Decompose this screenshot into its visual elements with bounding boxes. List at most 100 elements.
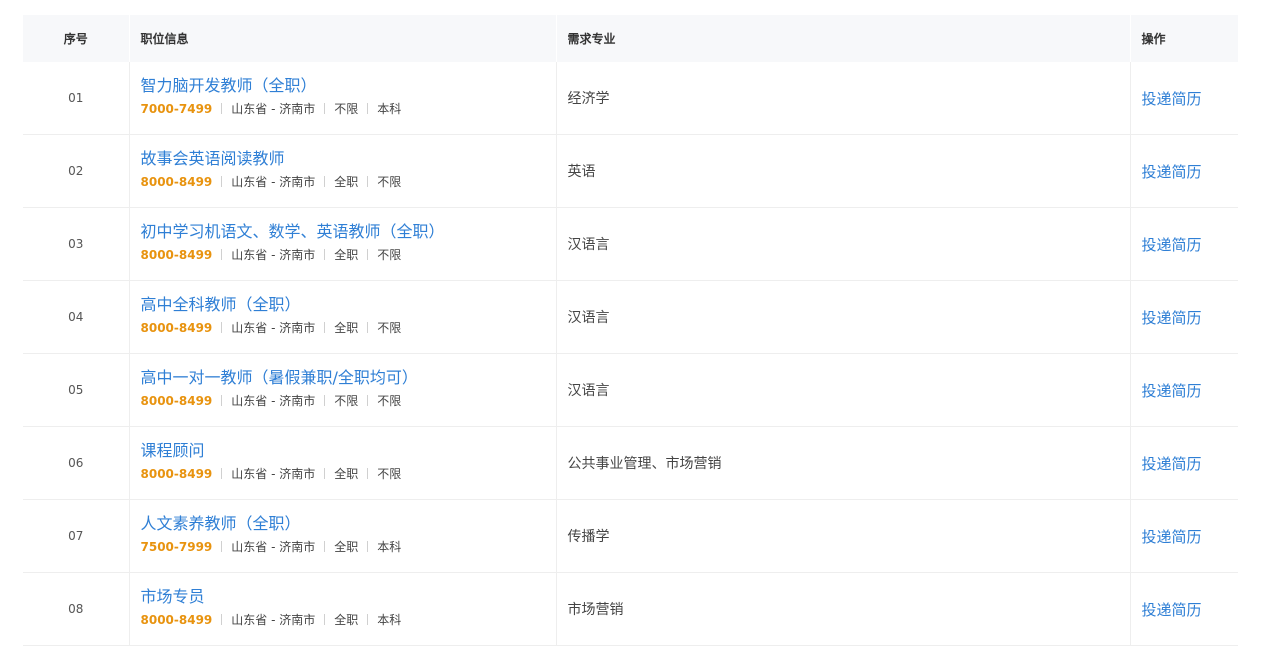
job-meta: 8000-8499 山东省 - 济南市 全职 本科 — [141, 612, 556, 628]
header-no: 序号 — [23, 15, 130, 62]
meta-divider — [324, 103, 326, 114]
header-op: 操作 — [1130, 15, 1239, 62]
job-info-cell: 课程顾问 8000-8499 山东省 - 济南市 全职 不限 — [129, 426, 557, 500]
job-meta: 8000-8499 山东省 - 济南市 全职 不限 — [141, 247, 556, 263]
job-major: 汉语言 — [556, 353, 1131, 427]
action-cell: 投递简历 — [1130, 426, 1238, 500]
meta-divider — [324, 541, 326, 552]
table-row: 08 市场专员 8000-8499 山东省 - 济南市 全职 本科 市场营销 投递简历 — [23, 572, 1238, 646]
job-info-cell: 初中学习机语文、数学、英语教师（全职） 8000-8499 山东省 - 济南市 全职… — [129, 207, 557, 281]
job-info-cell: 高中全科教师（全职） 8000-8499 山东省 - 济南市 全职 不限 — [129, 280, 557, 354]
meta-divider — [367, 468, 369, 479]
meta-divider — [324, 614, 326, 625]
action-cell: 投递简历 — [1130, 207, 1238, 281]
job-location: 山东省 - 济南市 — [231, 248, 316, 262]
row-number: 08 — [23, 572, 130, 646]
job-education: 不限 — [377, 175, 402, 189]
row-number: 03 — [23, 207, 130, 281]
job-education: 本科 — [377, 102, 402, 116]
job-title-link[interactable]: 高中一对一教师（暑假兼职/全职均可） — [141, 367, 556, 389]
job-education: 不限 — [377, 467, 402, 481]
row-number: 07 — [23, 499, 130, 573]
meta-divider — [221, 395, 223, 406]
row-number: 04 — [23, 280, 130, 354]
meta-divider — [221, 176, 223, 187]
job-location: 山东省 - 济南市 — [231, 394, 316, 408]
action-cell: 投递简历 — [1130, 353, 1238, 427]
job-title-link[interactable]: 市场专员 — [141, 586, 556, 608]
job-type: 全职 — [334, 613, 359, 627]
job-type: 全职 — [334, 248, 359, 262]
job-salary: 8000-8499 — [140, 321, 213, 335]
job-major: 汉语言 — [556, 280, 1131, 354]
job-meta: 8000-8499 山东省 - 济南市 全职 不限 — [141, 466, 556, 482]
job-education: 本科 — [377, 613, 402, 627]
apply-resume-link[interactable]: 投递简历 — [1142, 601, 1202, 619]
job-type: 全职 — [334, 467, 359, 481]
job-education: 不限 — [377, 321, 402, 335]
apply-resume-link[interactable]: 投递简历 — [1142, 90, 1202, 108]
job-major: 汉语言 — [556, 207, 1131, 281]
job-title-link[interactable]: 课程顾问 — [141, 440, 556, 462]
row-number: 05 — [23, 353, 130, 427]
meta-divider — [367, 322, 369, 333]
job-type: 全职 — [334, 175, 359, 189]
table-row: 07 人文素养教师（全职） 7500-7999 山东省 - 济南市 全职 本科 传播学… — [23, 499, 1238, 573]
job-title-link[interactable]: 高中全科教师（全职） — [141, 294, 556, 316]
job-title-link[interactable]: 故事会英语阅读教师 — [141, 148, 556, 170]
meta-divider — [367, 249, 369, 260]
meta-divider — [367, 176, 369, 187]
row-number: 01 — [23, 62, 130, 135]
job-location: 山东省 - 济南市 — [231, 613, 316, 627]
job-salary: 8000-8499 — [140, 613, 213, 627]
apply-resume-link[interactable]: 投递简历 — [1142, 455, 1202, 473]
job-major: 英语 — [556, 134, 1131, 208]
meta-divider — [324, 176, 326, 187]
table-row: 02 故事会英语阅读教师 8000-8499 山东省 - 济南市 全职 不限 英语 投… — [23, 134, 1238, 208]
meta-divider — [367, 614, 369, 625]
header-major: 需求专业 — [556, 15, 1131, 62]
job-major: 传播学 — [556, 499, 1131, 573]
meta-divider — [367, 103, 369, 114]
job-meta: 7000-7499 山东省 - 济南市 不限 本科 — [141, 101, 556, 117]
meta-divider — [221, 541, 223, 552]
job-location: 山东省 - 济南市 — [231, 102, 316, 116]
apply-resume-link[interactable]: 投递简历 — [1142, 309, 1202, 327]
meta-divider — [324, 468, 326, 479]
job-education: 不限 — [377, 248, 402, 262]
meta-divider — [221, 614, 223, 625]
job-salary: 8000-8499 — [140, 394, 213, 408]
table-row: 01 智力脑开发教师（全职） 7000-7499 山东省 - 济南市 不限 本科 经济… — [23, 62, 1238, 135]
job-major: 经济学 — [556, 62, 1131, 135]
apply-resume-link[interactable]: 投递简历 — [1142, 163, 1202, 181]
meta-divider — [221, 322, 223, 333]
header-row: 序号 职位信息 需求专业 操作 — [23, 15, 1239, 62]
job-meta: 7500-7999 山东省 - 济南市 全职 本科 — [141, 539, 556, 555]
action-cell: 投递简历 — [1130, 62, 1238, 135]
job-salary: 8000-8499 — [140, 175, 213, 189]
meta-divider — [221, 468, 223, 479]
table-row: 06 课程顾问 8000-8499 山东省 - 济南市 全职 不限 公共事业管理、市场… — [23, 426, 1238, 500]
apply-resume-link[interactable]: 投递简历 — [1142, 236, 1202, 254]
job-location: 山东省 - 济南市 — [231, 467, 316, 481]
apply-resume-link[interactable]: 投递简历 — [1142, 382, 1202, 400]
job-salary: 8000-8499 — [140, 467, 213, 481]
action-cell: 投递简历 — [1130, 499, 1238, 573]
job-title-link[interactable]: 初中学习机语文、数学、英语教师（全职） — [141, 221, 556, 243]
job-info-cell: 高中一对一教师（暑假兼职/全职均可） 8000-8499 山东省 - 济南市 不限 不… — [129, 353, 557, 427]
job-type: 全职 — [334, 540, 359, 554]
job-salary: 7000-7499 — [140, 102, 213, 116]
action-cell: 投递简历 — [1130, 572, 1238, 646]
job-title-link[interactable]: 智力脑开发教师（全职） — [141, 75, 556, 97]
action-cell: 投递简历 — [1130, 134, 1238, 208]
job-meta: 8000-8499 山东省 - 济南市 全职 不限 — [141, 320, 556, 336]
table-row: 05 高中一对一教师（暑假兼职/全职均可） 8000-8499 山东省 - 济南市… — [23, 353, 1238, 427]
job-info-cell: 市场专员 8000-8499 山东省 - 济南市 全职 本科 — [129, 572, 557, 646]
apply-resume-link[interactable]: 投递简历 — [1142, 528, 1202, 546]
meta-divider — [367, 541, 369, 552]
meta-divider — [221, 249, 223, 260]
header-info: 职位信息 — [129, 15, 557, 62]
job-info-cell: 人文素养教师（全职） 7500-7999 山东省 - 济南市 全职 本科 — [129, 499, 557, 573]
job-title-link[interactable]: 人文素养教师（全职） — [141, 513, 556, 535]
job-meta: 8000-8499 山东省 - 济南市 不限 不限 — [141, 393, 556, 409]
